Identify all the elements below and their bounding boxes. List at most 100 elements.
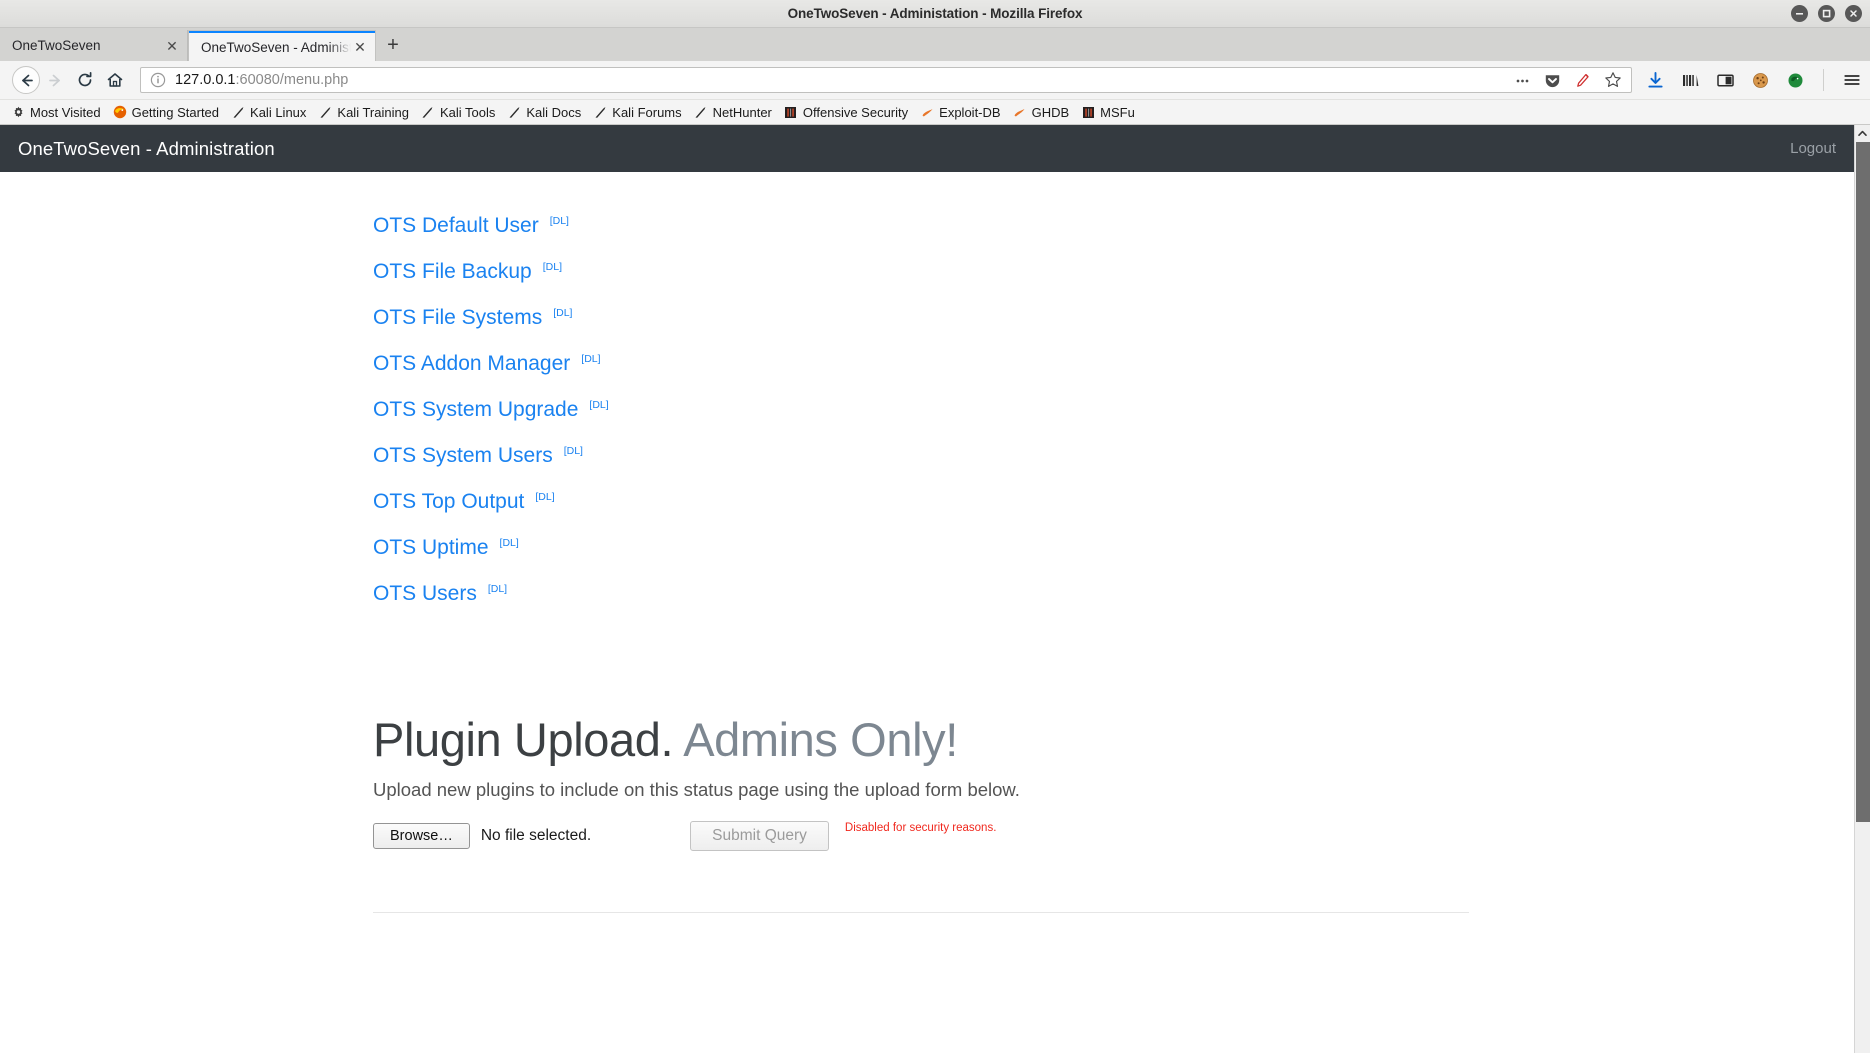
plugin-link-ots-top-output[interactable]: OTS Top Output xyxy=(373,490,524,514)
browse-button[interactable]: Browse… xyxy=(373,823,470,850)
list-item: OTS System Users [DL] xyxy=(373,444,1854,490)
download-link[interactable]: [DL] xyxy=(564,445,583,457)
plugin-link-ots-system-upgrade[interactable]: OTS System Upgrade xyxy=(373,398,578,422)
firefox-icon xyxy=(113,105,127,119)
kali-dragon-icon xyxy=(318,105,332,119)
logout-link[interactable]: Logout xyxy=(1790,140,1836,157)
bookmark-kali-linux[interactable]: Kali Linux xyxy=(226,103,313,122)
list-item: OTS File Backup [DL] xyxy=(373,260,1854,306)
list-item: OTS Top Output [DL] xyxy=(373,490,1854,536)
section-divider xyxy=(373,912,1469,914)
submit-query-button[interactable]: Submit Query xyxy=(690,821,829,852)
bookmark-most-visited[interactable]: Most Visited xyxy=(6,103,108,122)
kali-dragon-icon xyxy=(694,105,708,119)
kali-dragon-icon xyxy=(507,105,521,119)
page-actions-icon[interactable] xyxy=(1514,72,1531,89)
content-container: OTS Default User [DL] OTS File Backup [D… xyxy=(0,172,1854,914)
reload-icon[interactable] xyxy=(70,65,100,95)
download-link[interactable]: [DL] xyxy=(488,583,507,595)
home-icon[interactable] xyxy=(100,65,130,95)
bookmark-kali-tools[interactable]: Kali Tools xyxy=(416,103,502,122)
bookmark-label: Offensive Security xyxy=(802,104,909,120)
file-input-group: Browse… No file selected. xyxy=(373,823,592,850)
bookmark-label: Kali Tools xyxy=(439,104,496,120)
list-item: OTS Default User [DL] xyxy=(373,214,1854,260)
kali-dragon-extension-icon[interactable] xyxy=(1786,71,1805,90)
back-icon[interactable] xyxy=(12,66,40,94)
web-page: OneTwoSeven - Administration Logout OTS … xyxy=(0,125,1854,1053)
tab-close-icon[interactable]: ✕ xyxy=(351,38,369,56)
download-link[interactable]: [DL] xyxy=(553,307,572,319)
bookmark-label: GHDB xyxy=(1031,104,1070,120)
page-scrollbar[interactable] xyxy=(1854,125,1870,1053)
plugin-link-ots-addon-manager[interactable]: OTS Addon Manager xyxy=(373,352,570,376)
download-link[interactable]: [DL] xyxy=(550,215,569,227)
scroll-up-icon[interactable] xyxy=(1855,125,1870,141)
url-text[interactable]: 127.0.0.1:60080/menu.php xyxy=(175,72,1514,88)
tab-label: OneTwoSeven xyxy=(12,38,101,53)
upload-heading-main: Plugin Upload. xyxy=(373,713,674,766)
new-tab-button[interactable]: + xyxy=(376,30,410,61)
page-viewport: OneTwoSeven - Administration Logout OTS … xyxy=(0,125,1870,1053)
sidebar-icon[interactable] xyxy=(1716,71,1735,90)
window-titlebar: OneTwoSeven - Administation - Mozilla Fi… xyxy=(0,0,1870,28)
download-link[interactable]: [DL] xyxy=(589,399,608,411)
url-bar[interactable]: 127.0.0.1:60080/menu.php xyxy=(140,67,1632,93)
maximize-icon[interactable] xyxy=(1818,5,1835,22)
site-header: OneTwoSeven - Administration Logout xyxy=(0,125,1854,172)
bookmark-label: Kali Docs xyxy=(526,104,582,120)
download-link[interactable]: [DL] xyxy=(535,491,554,503)
plugin-link-ots-file-backup[interactable]: OTS File Backup xyxy=(373,260,532,284)
download-link[interactable]: [DL] xyxy=(581,353,600,365)
tab-close-icon[interactable]: ✕ xyxy=(163,37,181,55)
cookie-icon[interactable] xyxy=(1751,71,1770,90)
bookmark-kali-forums[interactable]: Kali Forums xyxy=(588,103,688,122)
forward-icon xyxy=(40,65,70,95)
page-info-icon[interactable] xyxy=(150,72,166,88)
bookmark-msfu[interactable]: MSFu xyxy=(1076,103,1142,122)
plugin-link-ots-file-systems[interactable]: OTS File Systems xyxy=(373,306,542,330)
plugin-link-ots-system-users[interactable]: OTS System Users xyxy=(373,444,553,468)
bookmark-star-icon[interactable] xyxy=(1604,71,1622,89)
list-item: OTS File Systems [DL] xyxy=(373,306,1854,352)
offsec-icon xyxy=(784,105,798,119)
bookmark-label: Kali Training xyxy=(337,104,409,120)
kali-dragon-icon xyxy=(593,105,607,119)
bookmark-label: MSFu xyxy=(1100,104,1135,120)
toolbar-separator xyxy=(1823,69,1824,91)
bookmark-kali-training[interactable]: Kali Training xyxy=(313,103,416,122)
list-item: OTS Users [DL] xyxy=(373,582,1854,628)
downloads-icon[interactable] xyxy=(1646,71,1665,90)
bookmark-nethunter[interactable]: NetHunter xyxy=(689,103,779,122)
page-title: OneTwoSeven - Administration xyxy=(18,137,275,159)
plugin-link-ots-users[interactable]: OTS Users xyxy=(373,582,477,606)
tab-onetwoseven[interactable]: OneTwoSeven ✕ xyxy=(0,30,188,61)
bookmark-exploit-db[interactable]: Exploit-DB xyxy=(915,103,1007,122)
scrollbar-thumb[interactable] xyxy=(1856,142,1870,822)
tab-onetwoseven-administration[interactable]: OneTwoSeven - Administati ✕ xyxy=(188,30,376,61)
plugin-link-ots-uptime[interactable]: OTS Uptime xyxy=(373,536,489,560)
plugin-link-list: OTS Default User [DL] OTS File Backup [D… xyxy=(373,172,1854,628)
bookmark-ghdb[interactable]: GHDB xyxy=(1008,103,1077,122)
url-path: :60080/menu.php xyxy=(235,72,349,88)
bookmark-label: Getting Started xyxy=(131,104,220,120)
bookmark-offensive-security[interactable]: Offensive Security xyxy=(779,103,915,122)
bookmark-kali-docs[interactable]: Kali Docs xyxy=(502,103,588,122)
close-icon[interactable] xyxy=(1845,5,1862,22)
window-title: OneTwoSeven - Administation - Mozilla Fi… xyxy=(787,6,1083,21)
bookmark-getting-started[interactable]: Getting Started xyxy=(108,103,226,122)
download-link[interactable]: [DL] xyxy=(500,537,519,549)
file-status-text: No file selected. xyxy=(480,827,592,845)
minimize-icon[interactable] xyxy=(1791,5,1808,22)
upload-heading: Plugin Upload. Admins Only! xyxy=(373,713,1854,767)
bookmark-label: NetHunter xyxy=(712,104,772,120)
hamburger-menu-icon[interactable] xyxy=(1842,70,1862,90)
reader-mode-icon[interactable] xyxy=(1574,72,1591,89)
list-item: OTS System Upgrade [DL] xyxy=(373,398,1854,444)
download-link[interactable]: [DL] xyxy=(543,261,562,273)
plugin-link-ots-default-user[interactable]: OTS Default User xyxy=(373,214,539,238)
plugin-upload-section: Plugin Upload. Admins Only! Upload new p… xyxy=(373,628,1854,914)
pocket-icon[interactable] xyxy=(1544,72,1561,89)
toolbar-right-icons xyxy=(1640,69,1862,91)
library-icon[interactable] xyxy=(1681,71,1700,90)
